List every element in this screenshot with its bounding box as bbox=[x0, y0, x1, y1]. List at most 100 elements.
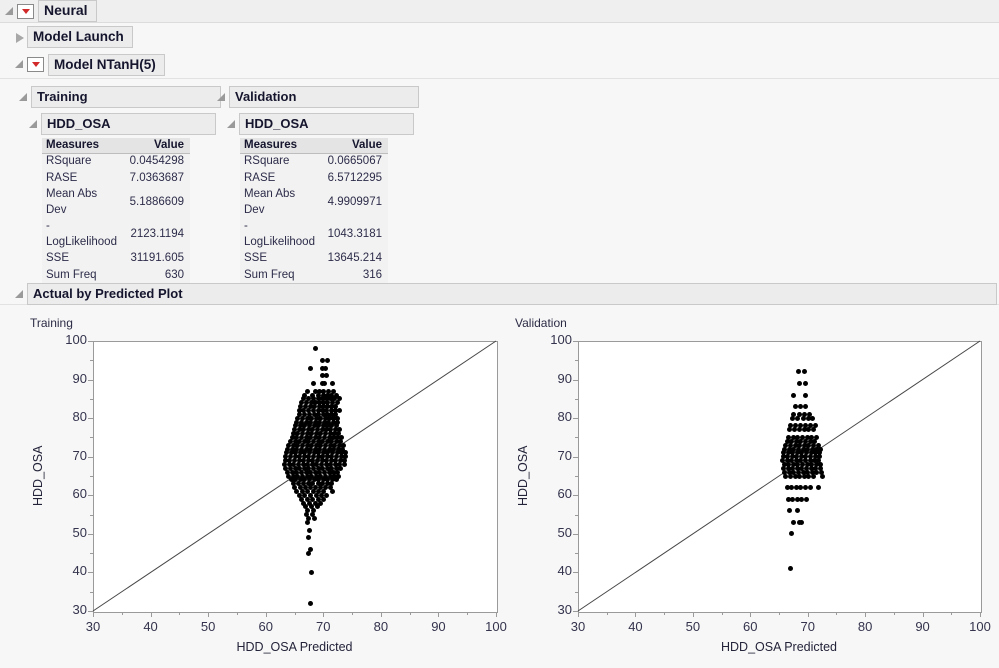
measure-value: 13645.214 bbox=[327, 252, 382, 264]
x-axis-title: HDD_OSA Predicted bbox=[236, 640, 353, 654]
scatter-point[interactable] bbox=[810, 473, 816, 479]
validation-measures-table: Measures Value RSquare 0.0665067 RASE 6.… bbox=[240, 138, 388, 284]
table-row: -LogLikelihood 2123.1194 bbox=[42, 219, 190, 251]
table-row: RASE 7.0363687 bbox=[42, 171, 190, 188]
scatter-point[interactable] bbox=[820, 473, 826, 479]
validation-response-title: HDD_OSA bbox=[239, 113, 414, 135]
scatter-point[interactable] bbox=[322, 365, 328, 371]
table-row: RSquare 0.0454298 bbox=[42, 154, 190, 171]
measure-label: Sum Freq bbox=[46, 268, 97, 281]
measure-value: 0.0665067 bbox=[327, 155, 382, 167]
measure-value: 316 bbox=[362, 268, 382, 281]
actual-by-predicted-plots: Training 30 40 50 60 70 80 90 100 30 40 50 60 70 80 90 1… bbox=[0, 306, 999, 668]
scatter-point[interactable] bbox=[311, 515, 317, 521]
table-row: Mean Abs Dev 4.9909971 bbox=[240, 187, 388, 219]
validation-header: Validation bbox=[216, 86, 419, 108]
measure-value: 6.5712295 bbox=[327, 171, 382, 184]
scatter-point[interactable] bbox=[796, 380, 802, 386]
scatter-point[interactable] bbox=[797, 404, 803, 410]
validation-plot-panel[interactable]: Validation 30 40 50 60 70 80 90 100 30 40 50 60 70 80 9… bbox=[485, 306, 999, 668]
table-header-row: Measures Value bbox=[240, 138, 388, 154]
scatter-point[interactable] bbox=[329, 380, 335, 386]
table-row: RSquare 0.0665067 bbox=[240, 154, 388, 171]
scatter-point[interactable] bbox=[807, 485, 813, 491]
report-disclosure-triangle[interactable] bbox=[4, 6, 15, 17]
validation-response-header: HDD_OSA bbox=[226, 113, 419, 135]
x-axis-title: HDD_OSA Predicted bbox=[720, 640, 838, 654]
model-launch-title: Model Launch bbox=[27, 26, 133, 48]
validation-disclosure-triangle[interactable] bbox=[216, 92, 227, 103]
measure-label: RSquare bbox=[244, 155, 290, 167]
measure-value: 31191.605 bbox=[130, 252, 184, 264]
scatter-point[interactable] bbox=[802, 404, 808, 410]
table-row: Mean Abs Dev 5.1886609 bbox=[42, 187, 190, 219]
table-header-row: Measures Value bbox=[42, 138, 190, 154]
scatter-point[interactable] bbox=[312, 346, 318, 352]
scatter-point[interactable] bbox=[792, 404, 798, 410]
measure-label: RASE bbox=[46, 171, 78, 184]
scatter-point[interactable] bbox=[804, 496, 810, 502]
measure-label: Sum Freq bbox=[244, 268, 295, 281]
model-row: Model NTanH(5) bbox=[0, 51, 999, 79]
plot-section-disclosure-triangle[interactable] bbox=[14, 289, 25, 300]
scatter-point[interactable] bbox=[305, 550, 311, 556]
scatter-point[interactable] bbox=[308, 600, 314, 606]
column-header-value: Value bbox=[125, 138, 190, 154]
measure-value: 4.9909971 bbox=[327, 195, 382, 208]
table-row: SSE 31191.605 bbox=[42, 251, 190, 268]
table-row: RASE 6.5712295 bbox=[240, 171, 388, 188]
scatter-point[interactable] bbox=[310, 380, 316, 386]
table-row: Sum Freq 316 bbox=[240, 268, 388, 285]
measure-label: Mean Abs Dev bbox=[46, 188, 98, 216]
scatter-point[interactable] bbox=[321, 380, 327, 386]
scatter-point[interactable] bbox=[802, 392, 808, 398]
measure-label: Mean Abs Dev bbox=[244, 188, 296, 216]
model-menu-icon[interactable] bbox=[27, 57, 44, 72]
training-title: Training bbox=[31, 86, 221, 108]
measure-value: 5.1886609 bbox=[129, 195, 184, 208]
scatter-point[interactable] bbox=[815, 485, 821, 491]
model-launch-row: Model Launch bbox=[0, 23, 999, 51]
plot-section-title: Actual by Predicted Plot bbox=[27, 283, 997, 305]
measure-value: 0.0454298 bbox=[129, 155, 184, 167]
training-header: Training bbox=[18, 86, 221, 108]
measure-value: 630 bbox=[164, 268, 184, 281]
table-row: Sum Freq 630 bbox=[42, 268, 190, 285]
training-response-header: HDD_OSA bbox=[28, 113, 221, 135]
measure-label: RSquare bbox=[46, 155, 92, 167]
y-axis-title: HDD_OSA bbox=[516, 445, 530, 506]
validation-title: Validation bbox=[229, 86, 419, 108]
column-header-measures: Measures bbox=[42, 138, 126, 154]
measure-value: 2123.1194 bbox=[130, 227, 184, 240]
measure-label: -LogLikelihood bbox=[244, 220, 315, 248]
measure-label: RASE bbox=[244, 171, 276, 184]
validation-response-disclosure-triangle[interactable] bbox=[226, 119, 237, 130]
training-response-title: HDD_OSA bbox=[41, 113, 216, 135]
identity-reference-line bbox=[577, 340, 981, 612]
training-measures-table: Measures Value RSquare 0.0454298 RASE 7.… bbox=[42, 138, 190, 284]
measure-label: SSE bbox=[46, 252, 70, 264]
measure-value: 7.0363687 bbox=[129, 171, 184, 184]
scatter-point[interactable] bbox=[329, 488, 335, 494]
model-disclosure-triangle[interactable] bbox=[14, 59, 25, 70]
model-title: Model NTanH(5) bbox=[48, 53, 165, 76]
scatter-point[interactable] bbox=[306, 527, 312, 533]
model-launch-disclosure-triangle[interactable] bbox=[14, 32, 25, 43]
measure-label: SSE bbox=[244, 252, 268, 264]
y-axis-title: HDD_OSA bbox=[31, 445, 45, 506]
report-title-row: Neural bbox=[0, 0, 999, 23]
training-response-disclosure-triangle[interactable] bbox=[28, 119, 39, 130]
training-plot-panel[interactable]: Training 30 40 50 60 70 80 90 100 30 40 50 60 70 80 90 1… bbox=[0, 306, 520, 668]
report-title: Neural bbox=[38, 0, 97, 22]
training-disclosure-triangle[interactable] bbox=[18, 92, 29, 103]
plot-section-header: Actual by Predicted Plot bbox=[0, 283, 999, 305]
scatter-point[interactable] bbox=[307, 365, 313, 371]
measure-value: 1043.3181 bbox=[327, 227, 382, 240]
scatter-point[interactable] bbox=[800, 415, 806, 421]
column-header-value: Value bbox=[323, 138, 388, 154]
measure-label: -LogLikelihood bbox=[46, 220, 117, 248]
table-row: -LogLikelihood 1043.3181 bbox=[240, 219, 388, 251]
report-menu-icon[interactable] bbox=[17, 3, 34, 19]
table-row: SSE 13645.214 bbox=[240, 251, 388, 268]
column-header-measures: Measures bbox=[240, 138, 324, 154]
